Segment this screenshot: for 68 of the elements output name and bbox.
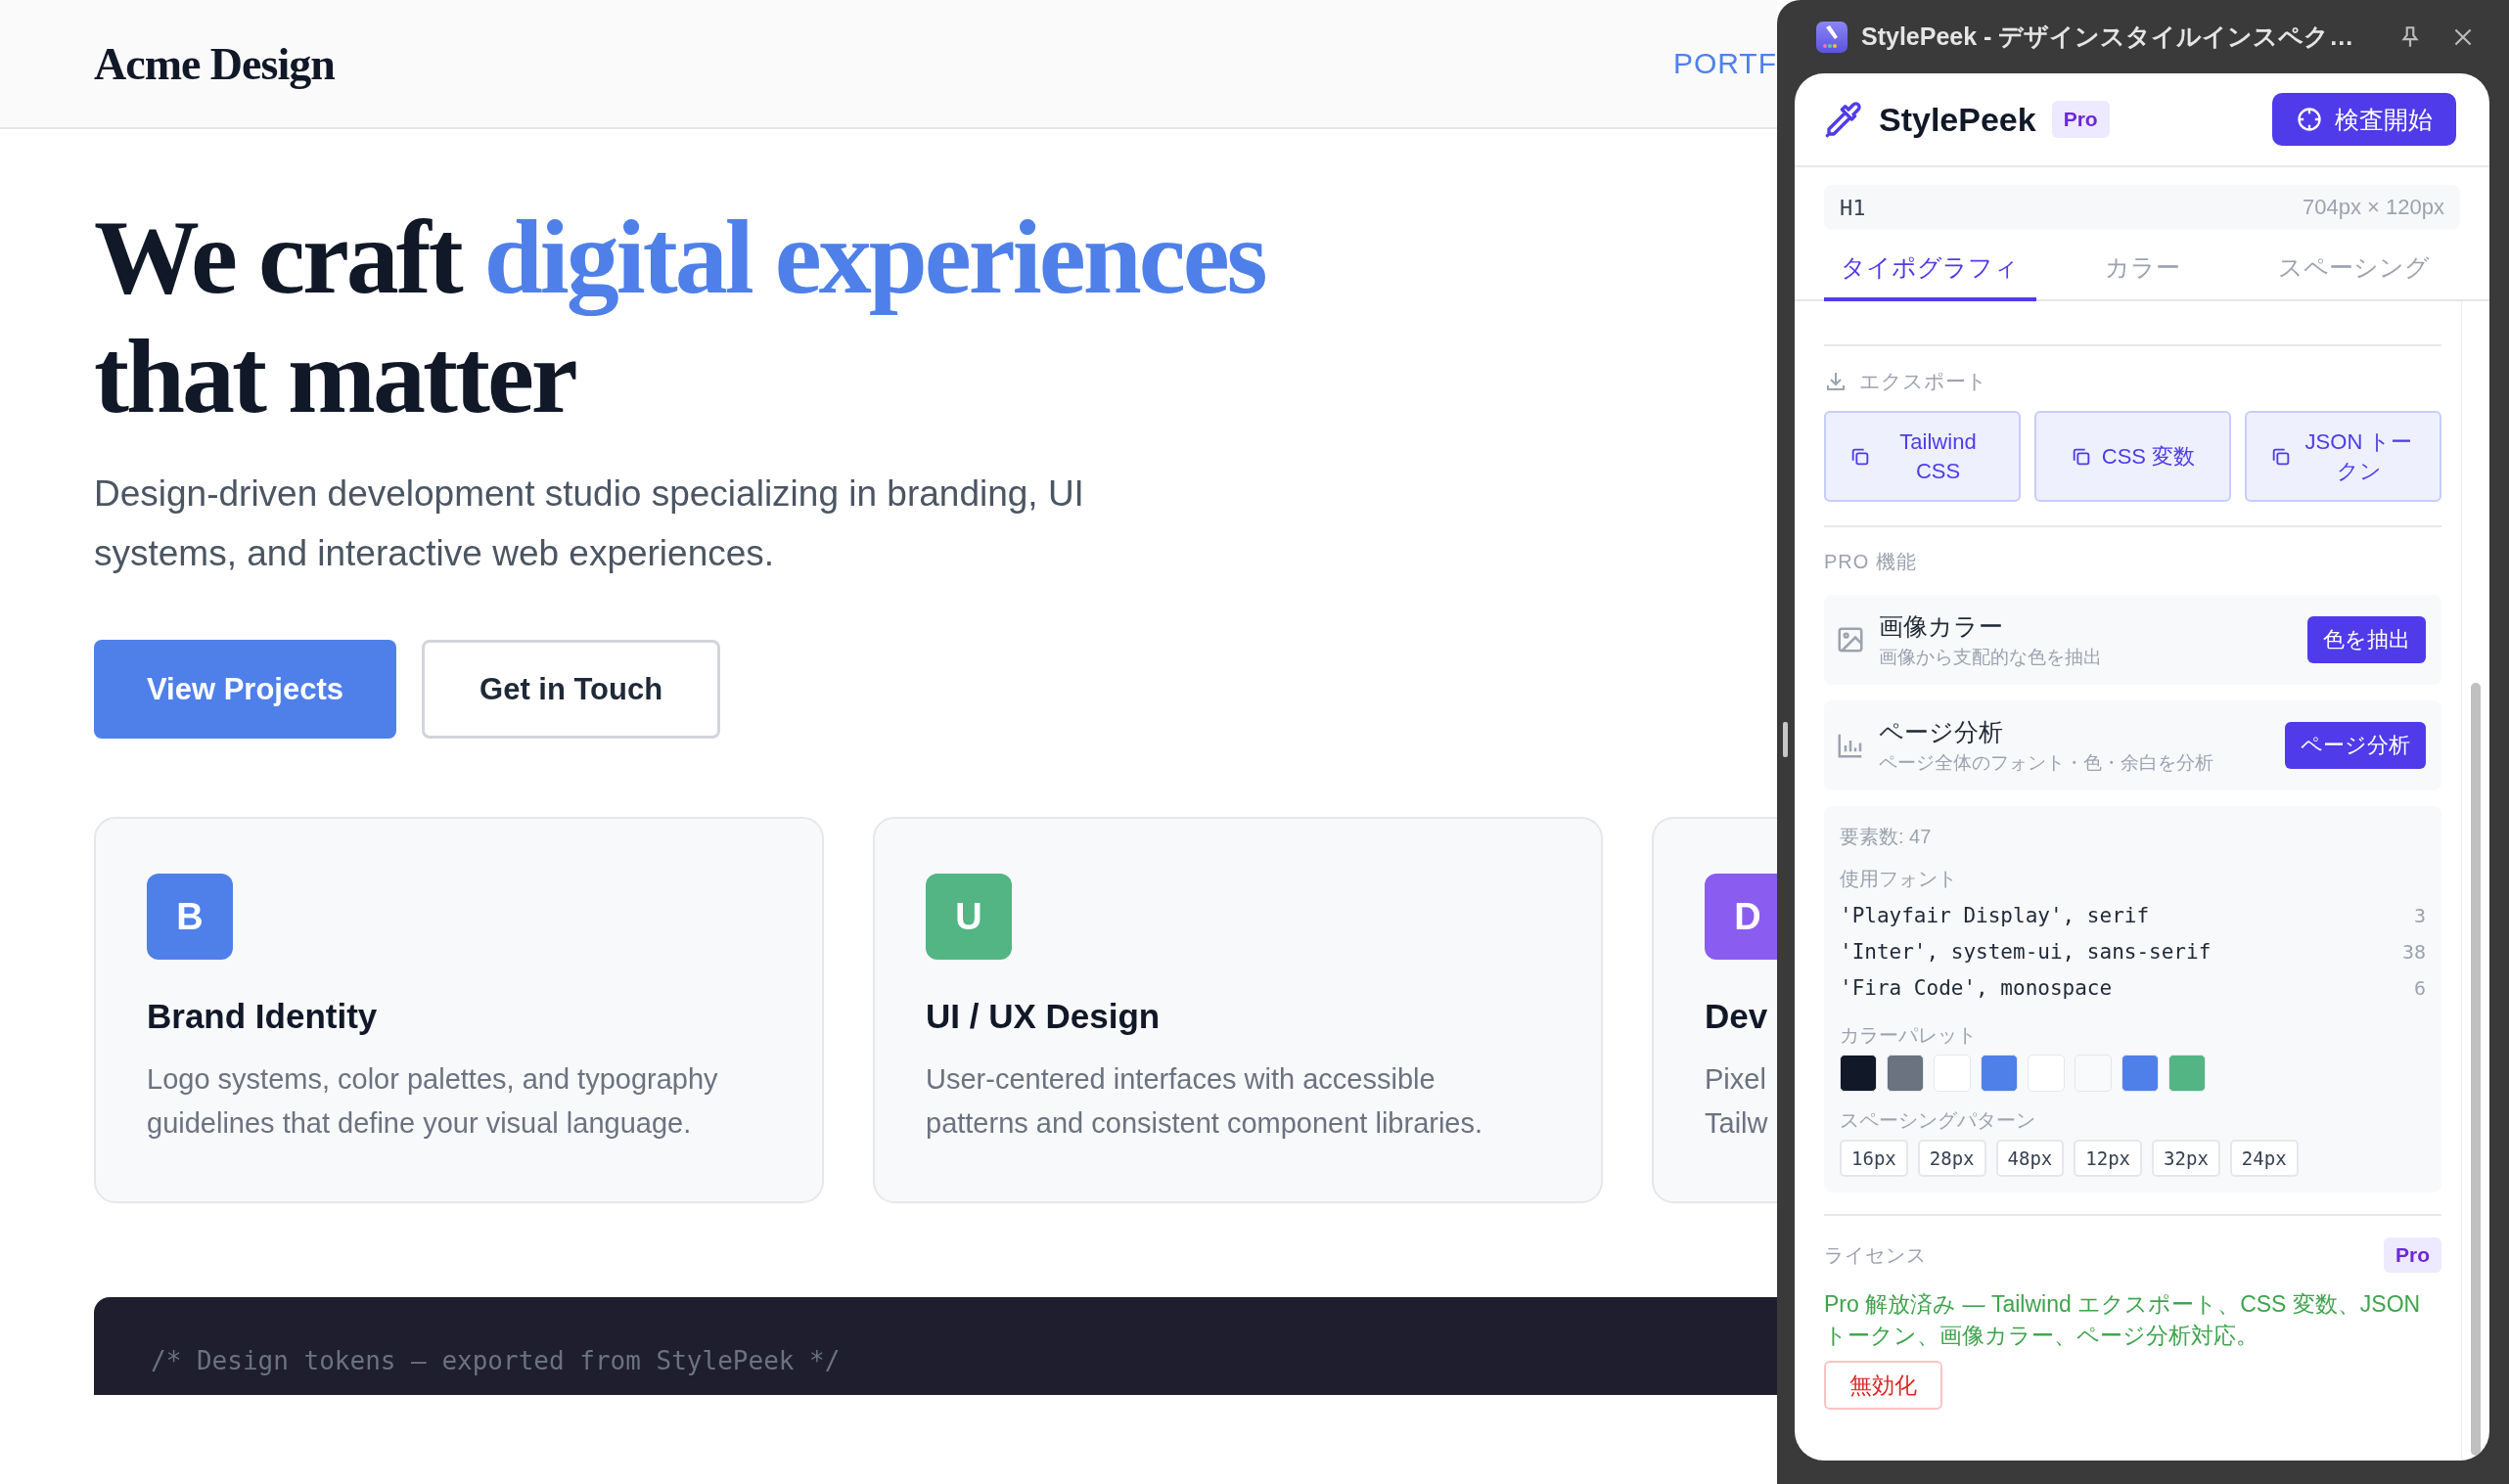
export-button[interactable]: CSS 変数 (2034, 411, 2231, 502)
card-description: Pixel Tailw (1705, 1062, 1769, 1141)
color-swatch[interactable] (2028, 1055, 2065, 1092)
app-icon (1816, 21, 1848, 53)
crosshair-icon (2296, 106, 2323, 133)
primary-button[interactable]: View Projects (94, 640, 397, 739)
hero-heading: We craft digital experiences that matter (94, 198, 1266, 436)
letter-icon: D (1705, 874, 1777, 960)
scrollbar-thumb[interactable] (2471, 683, 2481, 1456)
section-heading: エクスポート (1859, 369, 1987, 394)
fonts-heading: 使用フォント (1840, 867, 1958, 891)
spacing-chip: 24px (2229, 1140, 2299, 1177)
export-button[interactable]: JSON トークン (2245, 411, 2441, 502)
section-heading: ライセンス (1824, 1242, 1927, 1268)
spacing-chip: 32px (2152, 1140, 2220, 1177)
window-title: StylePeek - デザインスタイルインスペク… (1861, 22, 2355, 52)
eyedropper-icon (1824, 100, 1863, 139)
element-size: 704px × 120px (2303, 195, 2444, 220)
letter-icon: B (147, 874, 233, 960)
app-name: StylePeek (1879, 100, 2036, 139)
pro-badge: Pro (2384, 1237, 2441, 1273)
code-comment: /* Design tokens — exported from StylePeek */ (151, 1346, 841, 1375)
element-tag: H1 (1840, 195, 1866, 220)
element-count: 要素数: 47 (1840, 825, 1933, 849)
inspect-button[interactable]: 検査開始 (2272, 93, 2456, 146)
license-status: Pro 解放済み — Tailwind エクスポート、CSS 変数、JSON トークン、画像カラー、ページ分析対応。 (1824, 1290, 2422, 1350)
color-swatch[interactable] (1840, 1055, 1877, 1092)
secondary-button[interactable]: Get in Touch (422, 640, 721, 739)
font-family: 'Fira Code', monospace (1840, 975, 2113, 1002)
card-description: Logo systems, color palettes, and typography guidelines that define your visual language. (147, 1062, 719, 1141)
nav-link[interactable]: PORTF (1672, 47, 1777, 80)
feature-description: ページ全体のフォント・色・余白を分析 (1879, 750, 2214, 775)
card-title: Dev (1705, 997, 1769, 1036)
color-swatch[interactable] (2168, 1055, 2206, 1092)
export-button[interactable]: Tailwind CSS (1824, 411, 2021, 502)
feature-description: 画像から支配的な色を抽出 (1879, 645, 2103, 669)
feature-title: 画像カラー (1879, 610, 2004, 642)
spacing-chip: 28px (1917, 1140, 1986, 1177)
font-count: 3 (2413, 903, 2426, 929)
color-swatch[interactable] (1887, 1055, 1924, 1092)
deactivate-button[interactable]: 無効化 (1824, 1361, 1942, 1410)
card-title: UI / UX Design (926, 997, 1162, 1036)
letter-icon: U (926, 874, 1012, 960)
palette-heading: カラーパレット (1840, 1023, 1978, 1048)
feature-button[interactable]: ページ分析 (2285, 722, 2426, 769)
card-description: User-centered interfaces with accessible patterns and consistent component libraries. (926, 1062, 1484, 1141)
font-count: 38 (2401, 939, 2426, 966)
font-family: 'Playfair Display', serif (1840, 903, 2150, 929)
card-title: Brand Identity (147, 997, 379, 1036)
spacing-chip: 48px (1995, 1140, 2065, 1177)
color-swatch[interactable] (2121, 1055, 2159, 1092)
font-family: 'Inter', system-ui, sans-serif (1840, 939, 2212, 966)
image-icon (1836, 625, 1865, 654)
pro-badge: Pro (2051, 101, 2110, 138)
spacing-heading: スペーシングパターン (1840, 1108, 2036, 1133)
spacing-chip: 16px (1840, 1140, 1908, 1177)
feature-button[interactable]: 色を抽出 (2307, 616, 2426, 663)
tab[interactable]: タイポグラフィ (1824, 236, 2036, 301)
color-swatch[interactable] (1934, 1055, 1971, 1092)
section-heading: PRO 機能 (1824, 550, 1918, 574)
hero-subtitle: Design-driven development studio specializing in branding, UI systems, and interactive web experiences. (94, 472, 1085, 575)
resize-handle[interactable] (1783, 722, 1788, 757)
spacing-chip: 12px (2074, 1140, 2143, 1177)
download-icon (1824, 370, 1848, 393)
feature-title: ページ分析 (1879, 716, 2004, 747)
font-count: 6 (2413, 975, 2426, 1002)
color-swatch[interactable] (1981, 1055, 2018, 1092)
site-logo[interactable]: Acme Design (94, 37, 335, 90)
